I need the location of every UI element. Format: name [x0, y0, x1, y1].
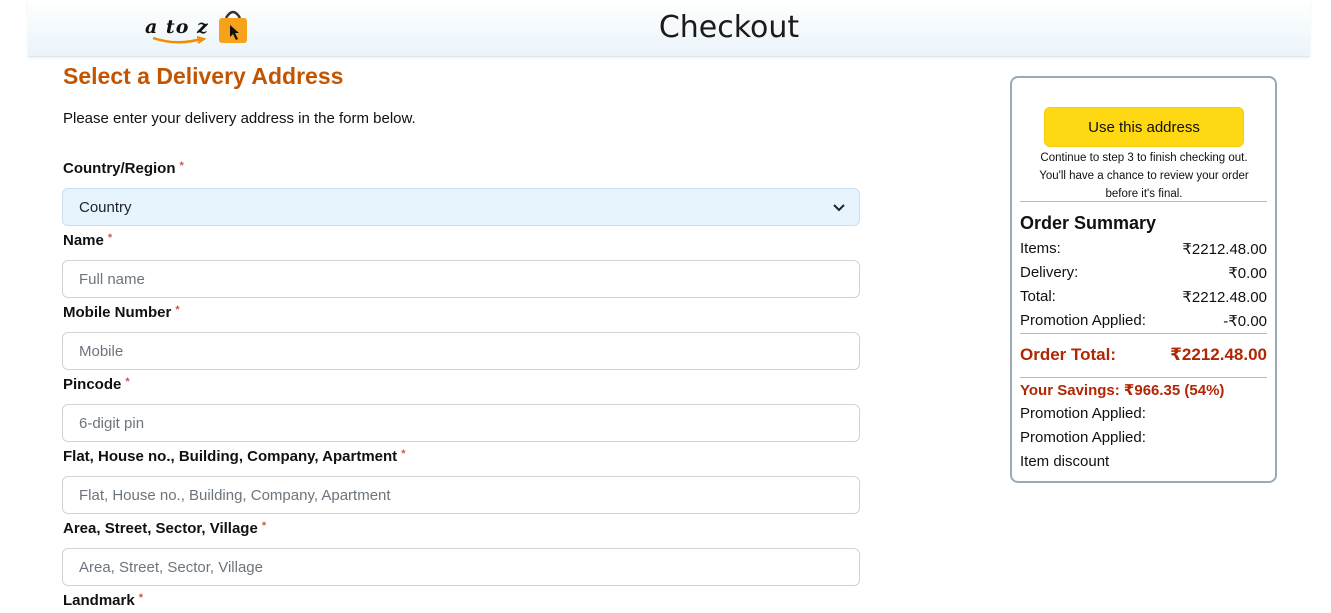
area-input[interactable]: Area, Street, Sector, Village [62, 548, 860, 586]
chevron-down-icon [833, 189, 845, 241]
page-title: Checkout [658, 10, 800, 45]
divider [1020, 201, 1267, 202]
country-select-value: Country [79, 199, 132, 216]
items-value: ₹2212.48.00 [1182, 241, 1267, 258]
pincode-input[interactable]: 6-digit pin [62, 404, 860, 442]
country-label-text: Country/Region [63, 160, 176, 177]
continue-note: Continue to step 3 to finish checking ou… [1039, 152, 1249, 200]
item-discount-line: Item discount [1020, 453, 1110, 470]
divider [1020, 377, 1267, 378]
promotion-value: -₹0.00 [1223, 313, 1267, 330]
required-mark: * [179, 160, 184, 172]
total-label: Total: [1020, 288, 1056, 305]
order-total-row: Order Total: ₹2212.48.00 [1020, 345, 1267, 365]
use-this-address-button[interactable]: Use this address [1044, 107, 1244, 147]
required-mark: * [261, 520, 267, 532]
required-mark: * [138, 592, 143, 604]
required-mark: * [125, 376, 130, 388]
mobile-input[interactable]: Mobile [62, 332, 860, 370]
promotion-row: Promotion Applied: -₹0.00 [1020, 312, 1267, 330]
area-label-text: Area, Street, Sector, Village [63, 520, 258, 537]
required-mark: * [107, 232, 113, 244]
total-row: Total: ₹2212.48.00 [1020, 288, 1267, 306]
promotion-line: Promotion Applied: [1020, 429, 1146, 446]
mobile-label: Mobile Number * [63, 304, 180, 321]
area-label: Area, Street, Sector, Village * [63, 520, 266, 537]
delivery-label: Delivery: [1020, 264, 1079, 281]
order-total-label: Order Total: [1020, 345, 1117, 364]
flat-input[interactable]: Flat, House no., Building, Company, Apar… [62, 476, 860, 514]
required-mark: * [175, 304, 180, 316]
promotion-line: Promotion Applied: [1020, 405, 1146, 422]
promotion-label: Promotion Applied: [1020, 312, 1146, 329]
divider [1020, 333, 1267, 334]
required-mark: * [401, 448, 406, 460]
items-label: Items: [1020, 240, 1061, 257]
savings-text: Your Savings: ₹966.35 (54%) [1020, 382, 1225, 399]
flat-label-text: Flat, House no., Building, Company, Apar… [63, 448, 398, 465]
flat-label: Flat, House no., Building, Company, Apar… [63, 448, 405, 465]
country-select[interactable]: Country [62, 188, 860, 226]
name-label: Name * [63, 232, 112, 249]
mobile-label-text: Mobile Number [63, 304, 172, 321]
order-total-value: ₹2212.48.00 [1170, 345, 1267, 364]
landmark-label: Landmark * [63, 592, 143, 609]
country-label: Country/Region * [63, 160, 184, 177]
total-value: ₹2212.48.00 [1182, 289, 1267, 306]
order-summary-title: Order Summary [1020, 213, 1157, 233]
section-title: Select a Delivery Address [63, 63, 344, 89]
pincode-label: Pincode * [63, 376, 130, 393]
pincode-label-text: Pincode [63, 376, 122, 393]
page-header: a to z Checkout [28, 0, 1310, 57]
landmark-label-text: Landmark [63, 592, 135, 609]
name-label-text: Name [63, 232, 104, 249]
delivery-value: ₹0.00 [1228, 265, 1267, 282]
order-summary-panel: Use this address Continue to step 3 to f… [1010, 76, 1277, 483]
items-row: Items: ₹2212.48.00 [1020, 240, 1267, 258]
full-name-input[interactable]: Full name [62, 260, 860, 298]
delivery-row: Delivery: ₹0.00 [1020, 264, 1267, 282]
form-intro: Please enter your delivery address in th… [63, 110, 416, 127]
